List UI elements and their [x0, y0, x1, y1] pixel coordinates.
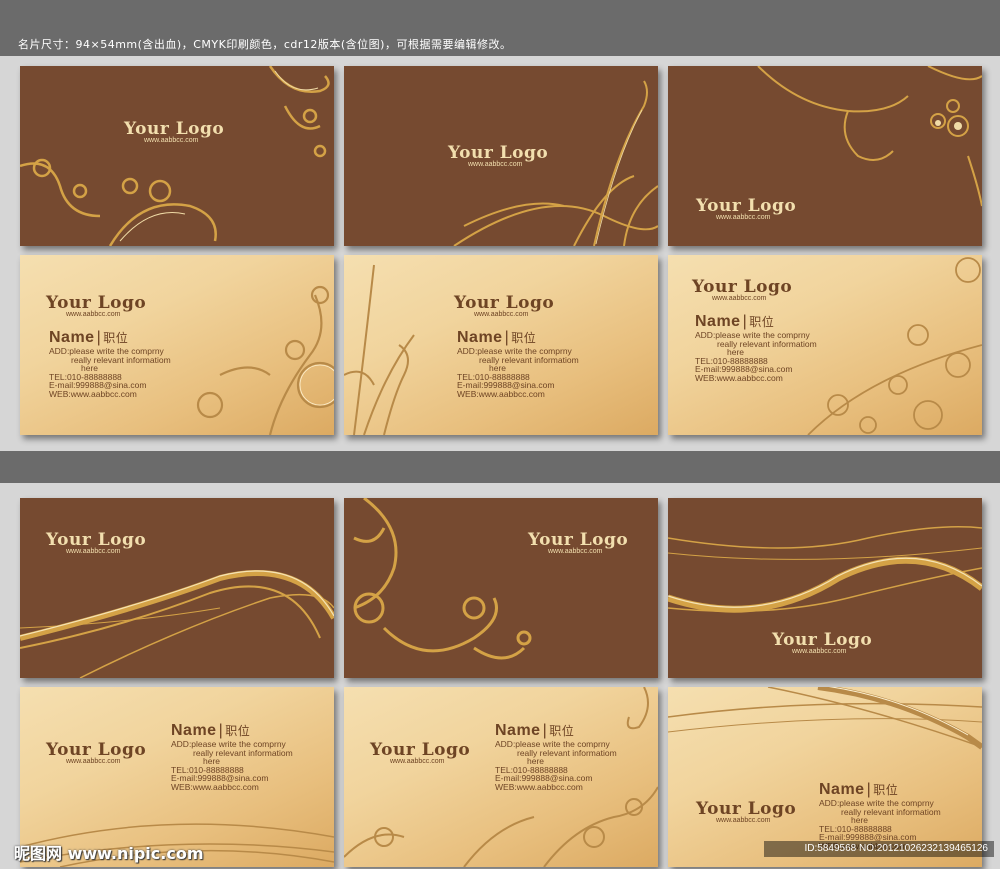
job-title: 职位 [549, 724, 575, 738]
company-logo: Your Logo [46, 293, 147, 313]
business-card-brown-6: Your Logo www.aabbcc.com [668, 498, 982, 678]
business-card-brown-4: Your Logo www.aabbcc.com [20, 498, 334, 678]
business-card-brown-2: Your Logo www.aabbcc.com [344, 66, 658, 246]
business-card-gold-1: Your Logo www.aabbcc.com Name | 职位 ADD:ple… [20, 255, 334, 435]
company-logo: Your Logo [528, 530, 629, 550]
address-line-2: really relevant informatiom [517, 747, 617, 758]
company-logo: Your Logo [448, 143, 549, 163]
website-url: www.aabbcc.com [548, 548, 603, 555]
contact-block: Name | 职位 ADD:please write the comprny rea… [495, 722, 617, 792]
address-line-2: really relevant informatiom [193, 747, 293, 758]
website-url: www.aabbcc.com [474, 311, 529, 318]
website-line: WEB:www.aabbcc.com [695, 372, 783, 383]
business-card-brown-1: Your Logo www.aabbcc.com [20, 66, 334, 246]
job-title: 职位 [103, 331, 129, 345]
website-line: WEB:www.aabbcc.com [49, 388, 137, 399]
person-name: Name [495, 722, 541, 739]
address-line-2: really relevant informatiom [479, 354, 579, 365]
spec-caption: 名片尺寸：94×54mm(含出血)，CMYK印刷颜色，cdr12版本(含位图)，… [18, 38, 512, 51]
website-url: www.aabbcc.com [66, 548, 121, 555]
scroll-ornament-icon [353, 498, 532, 660]
contact-block: Name | 职位 ADD:please write the comprny rea… [171, 722, 293, 792]
website-url: www.aabbcc.com [144, 137, 199, 144]
contact-block: Name | 职位 ADD:please write the comprny rea… [49, 329, 171, 399]
divider-bar [0, 451, 1000, 483]
company-logo: Your Logo [370, 740, 471, 760]
job-title: 职位 [749, 315, 775, 329]
business-card-gold-6: Your Logo www.aabbcc.com Name | 职位 ADD:ple… [668, 687, 982, 867]
address-line-2: really relevant informatiom [71, 354, 171, 365]
contact-block: Name | 职位 ADD:please write the comprny rea… [695, 313, 817, 383]
company-logo: Your Logo [124, 119, 225, 139]
website-line: WEB:www.aabbcc.com [495, 781, 583, 792]
person-name: Name [49, 329, 95, 346]
company-logo: Your Logo [46, 530, 147, 550]
job-title: 职位 [225, 724, 251, 738]
business-card-gold-2: Your Logo www.aabbcc.com Name | 职位 ADD:ple… [344, 255, 658, 435]
person-name: Name [171, 722, 217, 739]
business-card-brown-3: Your Logo www.aabbcc.com [668, 66, 982, 246]
job-title: 职位 [873, 783, 899, 797]
address-line-2: really relevant informatiom [717, 338, 817, 349]
contact-block: Name | 职位 ADD:please write the comprny rea… [819, 781, 941, 851]
website-url: www.aabbcc.com [712, 295, 767, 302]
business-card-gold-3: Your Logo www.aabbcc.com Name | 职位 ADD:ple… [668, 255, 982, 435]
site-watermark: 昵图网 www.nipic.com [14, 844, 204, 863]
company-logo: Your Logo [46, 740, 147, 760]
job-title: 职位 [511, 331, 537, 345]
person-name: Name [819, 781, 865, 798]
top-banner: 名片尺寸：94×54mm(含出血)，CMYK印刷颜色，cdr12版本(含位图)，… [0, 0, 1000, 56]
website-url: www.aabbcc.com [66, 311, 121, 318]
website-line: WEB:www.aabbcc.com [457, 388, 545, 399]
website-url: www.aabbcc.com [468, 161, 523, 168]
address-line-2: really relevant informatiom [841, 806, 941, 817]
website-line: WEB:www.aabbcc.com [171, 781, 259, 792]
person-name: Name [457, 329, 503, 346]
business-card-brown-5: Your Logo www.aabbcc.com [344, 498, 658, 678]
company-logo: Your Logo [696, 799, 797, 819]
swirl-ornament-icon [20, 66, 330, 246]
person-name: Name [695, 313, 741, 330]
website-url: www.aabbcc.com [390, 758, 445, 765]
website-url: www.aabbcc.com [716, 214, 771, 221]
website-url: www.aabbcc.com [792, 648, 847, 655]
company-logo: Your Logo [772, 630, 873, 650]
company-logo: Your Logo [454, 293, 555, 313]
business-card-gold-5: Your Logo www.aabbcc.com Name | 职位 ADD:ple… [344, 687, 658, 867]
company-logo: Your Logo [692, 277, 793, 297]
image-id-label: ID:5849568 NO:20121026232139465126 [764, 841, 994, 857]
wave-ornament-icon [20, 570, 334, 678]
website-url: www.aabbcc.com [66, 758, 121, 765]
company-logo: Your Logo [696, 196, 797, 216]
website-url: www.aabbcc.com [716, 817, 771, 824]
contact-block: Name | 职位 ADD:please write the comprny rea… [457, 329, 579, 399]
